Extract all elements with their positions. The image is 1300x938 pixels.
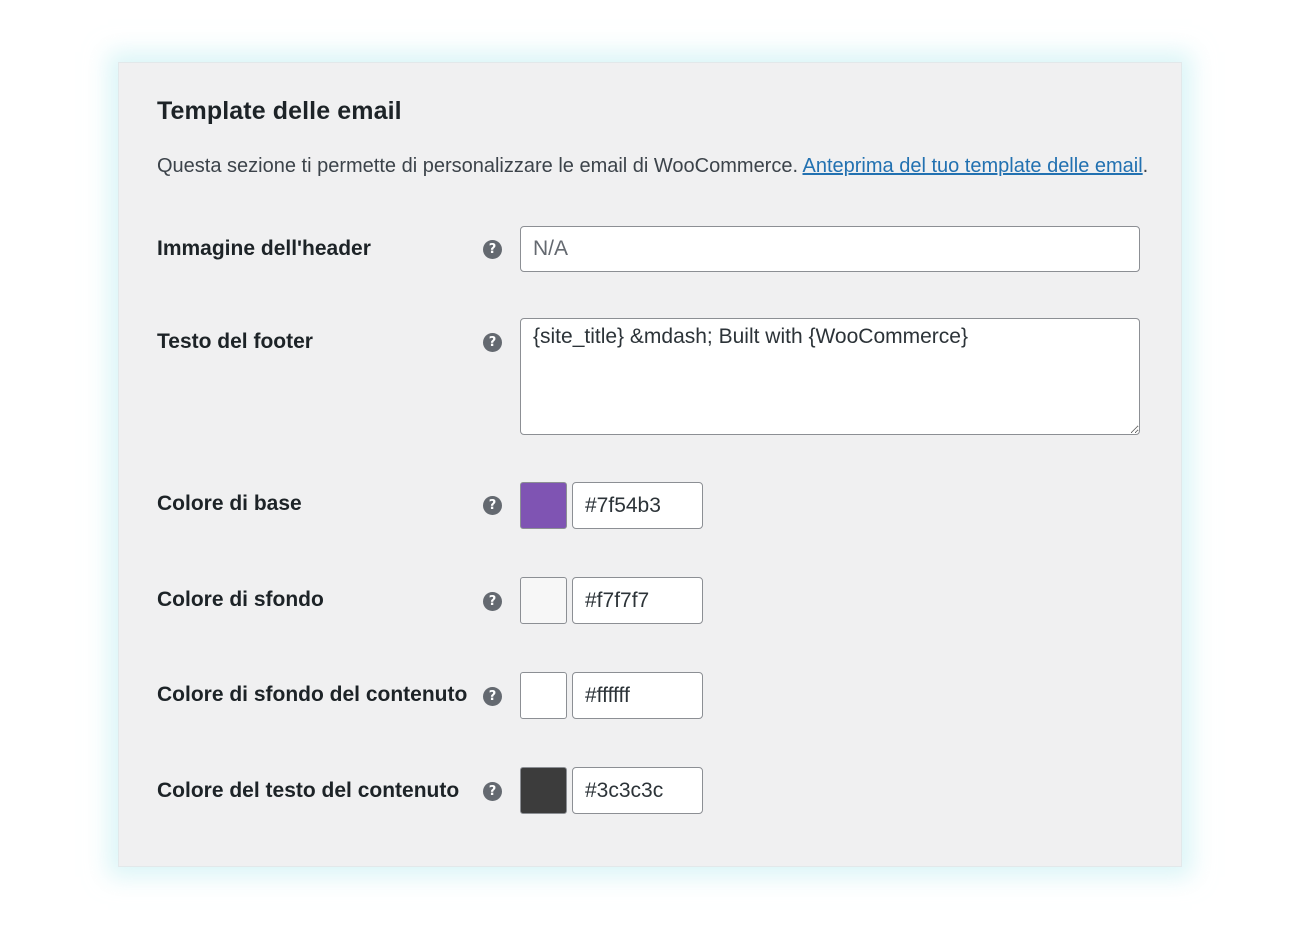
description-end: . (1142, 155, 1149, 177)
section-description: Questa sezione ti permette di personaliz… (157, 155, 1148, 178)
body-background-color-label: Colore di sfondo del contenuto (157, 683, 468, 706)
help-icon[interactable]: ? (483, 687, 502, 706)
help-icon[interactable]: ? (483, 240, 502, 259)
preview-template-link[interactable]: Anteprima del tuo template delle email (802, 155, 1142, 177)
header-image-input[interactable] (520, 226, 1140, 272)
email-template-panel: Template delle email Questa sezione ti p… (118, 62, 1182, 867)
background-color-input[interactable] (572, 577, 703, 624)
footer-text-textarea[interactable] (520, 318, 1140, 435)
background-color-label: Colore di sfondo (157, 588, 324, 611)
body-text-color-input[interactable] (572, 767, 703, 814)
base-color-input[interactable] (572, 482, 703, 529)
footer-text-label: Testo del footer (157, 330, 313, 353)
section-title: Template delle email (157, 97, 402, 125)
help-icon[interactable]: ? (483, 496, 502, 515)
base-color-swatch[interactable] (520, 482, 567, 529)
body-text-color-label: Colore del testo del contenuto (157, 779, 460, 802)
description-text: Questa sezione ti permette di personaliz… (157, 155, 803, 177)
body-text-color-swatch[interactable] (520, 767, 567, 814)
help-icon[interactable]: ? (483, 782, 502, 801)
body-background-color-input[interactable] (572, 672, 703, 719)
background-color-swatch[interactable] (520, 577, 567, 624)
help-icon[interactable]: ? (483, 592, 502, 611)
base-color-label: Colore di base (157, 492, 302, 515)
body-background-color-swatch[interactable] (520, 672, 567, 719)
header-image-label: Immagine dell'header (157, 237, 371, 260)
help-icon[interactable]: ? (483, 333, 502, 352)
